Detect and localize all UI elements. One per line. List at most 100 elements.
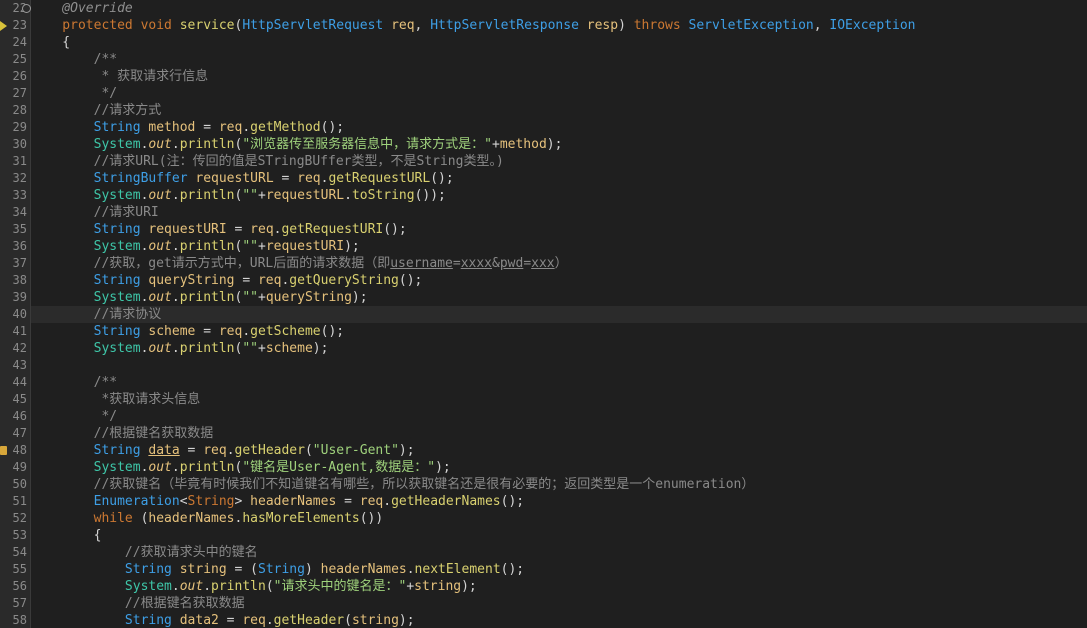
code-line[interactable]: System.out.println("浏览器传至服务器信息中，请求方式是："+… [31,136,1087,153]
code-area[interactable]: @Override protected void service(HttpSer… [31,0,1087,628]
code-token: . [406,562,415,577]
code-token: req [203,443,227,458]
code-line[interactable]: //请求URL(注：传回的值是STringBUffer类型，不是String类型… [31,153,1087,170]
code-token: xxxx [460,256,492,271]
code-token: out [148,137,172,152]
code-token: //获取请求头中的键名 [31,545,258,560]
line-number: 52 [12,511,27,525]
code-token: out [148,290,172,305]
code-token: String [31,222,149,237]
code-token: & [492,256,500,271]
code-token: //获取键名（毕竟有时候我们不知道键名有哪些，所以获取键名还是很有必要的；返回类… [31,477,755,492]
code-line[interactable]: String scheme = req.getScheme(); [31,323,1087,340]
code-line[interactable]: System.out.println("键名是User-Agent,数据是：")… [31,459,1087,476]
code-line[interactable]: //获取请求头中的键名 [31,544,1087,561]
code-line[interactable]: //请求URI [31,204,1087,221]
code-token: ServletException [688,18,814,33]
code-token: out [148,239,172,254]
code-line[interactable]: */ [31,408,1087,425]
breakpoint-marker-icon[interactable] [22,4,31,13]
warning-marker-icon[interactable] [0,446,7,455]
code-token: println [179,188,235,203]
code-line[interactable]: System.out.println(""+queryString); [31,289,1087,306]
code-token: */ [31,86,118,101]
code-token: System [31,239,141,254]
line-number-gutter[interactable]: 22 23 24 25 26 27 28 29 30 31 32 33 34 35 36 37 38 39 40 41… [0,0,31,628]
code-token: ） [554,256,568,271]
code-line[interactable]: while (headerNames.hasMoreElements()) [31,510,1087,527]
code-token: req [297,171,321,186]
code-token: (); [383,222,407,237]
code-line[interactable]: System.out.println(""+scheme); [31,340,1087,357]
code-line[interactable]: String string = (String) headerNames.nex… [31,561,1087,578]
code-token: pwd [499,256,524,271]
code-token: ); [344,239,360,254]
code-line[interactable]: String requestURI = req.getRequestURI(); [31,221,1087,238]
line-number: 47 [12,426,27,440]
code-line[interactable]: StringBuffer requestURL = req.getRequest… [31,170,1087,187]
code-token: queryString [265,290,352,305]
code-token: out [179,579,204,594]
code-token: String [258,562,305,577]
code-token: headerNames [250,494,337,509]
code-line[interactable]: String data2 = req.getHeader(string); [31,612,1087,628]
code-token: ); [435,460,451,475]
code-token: while [31,511,141,526]
code-line[interactable]: System.out.println(""+requestURL.toStrin… [31,187,1087,204]
code-line[interactable]: //获取，get请示方式中，URL后面的请求数据（即username=xxxx&… [31,255,1087,272]
line-number: 37 [12,256,27,270]
code-line[interactable]: //根据键名获取数据 [31,595,1087,612]
code-token: getHeader [234,443,305,458]
code-token: System [31,341,141,356]
line-number: 33 [12,188,27,202]
line-number: 29 [12,120,27,134]
code-token: req [257,273,282,288]
code-line[interactable]: String data = req.getHeader("User-Gent")… [31,442,1087,459]
code-line[interactable]: @Override [31,0,1087,17]
code-line[interactable]: Enumeration<String> headerNames = req.ge… [31,493,1087,510]
code-token: * 获取请求行信息 [31,69,209,84]
code-token: < [179,494,188,509]
line-number: 28 [12,103,27,117]
code-token: out [148,188,172,203]
code-token: *获取请求头信息 [31,392,201,407]
code-token: "" [242,239,258,254]
code-token: //根据键名获取数据 [31,426,214,441]
code-line[interactable]: { [31,527,1087,544]
override-marker-icon[interactable] [0,21,7,31]
code-line[interactable] [31,357,1087,374]
code-line[interactable]: System.out.println(""+requestURI); [31,238,1087,255]
code-token: = [273,171,298,186]
code-line[interactable]: protected void service(HttpServletReques… [31,17,1087,34]
code-line[interactable]: System.out.println("请求头中的键名是："+string); [31,578,1087,595]
code-token: out [148,341,172,356]
code-token: resp [586,18,619,33]
code-token: System [31,460,141,475]
code-line[interactable]: //根据键名获取数据 [31,425,1087,442]
code-token: throws [633,18,689,33]
code-token: = [195,120,219,135]
code-line[interactable]: /** [31,51,1087,68]
code-line[interactable]: *获取请求头信息 [31,391,1087,408]
code-line[interactable]: String method = req.getMethod(); [31,119,1087,136]
code-token: nextElement [414,562,501,577]
code-token: { [31,528,102,543]
code-line[interactable]: * 获取请求行信息 [31,68,1087,85]
code-line[interactable]: //获取键名（毕竟有时候我们不知道键名有哪些，所以获取键名还是很有必要的；返回类… [31,476,1087,493]
line-number: 32 [12,171,27,185]
code-token: = [195,324,219,339]
code-token: ); [312,341,329,356]
code-line[interactable]: */ [31,85,1087,102]
line-number: 50 [12,477,27,491]
code-token: (); [398,273,423,288]
code-token: queryString [148,273,235,288]
code-token: . [242,324,251,339]
code-editor[interactable]: 22 23 24 25 26 27 28 29 30 31 32 33 34 35 36 37 38 39 40 41… [0,0,1087,628]
code-line[interactable]: /** [31,374,1087,391]
line-number: 27 [12,86,27,100]
code-line[interactable]: //请求协议 [31,306,1087,323]
code-token: getScheme [250,324,321,339]
code-line[interactable]: //请求方式 [31,102,1087,119]
code-line[interactable]: { [31,34,1087,51]
code-line[interactable]: String queryString = req.getQueryString(… [31,272,1087,289]
